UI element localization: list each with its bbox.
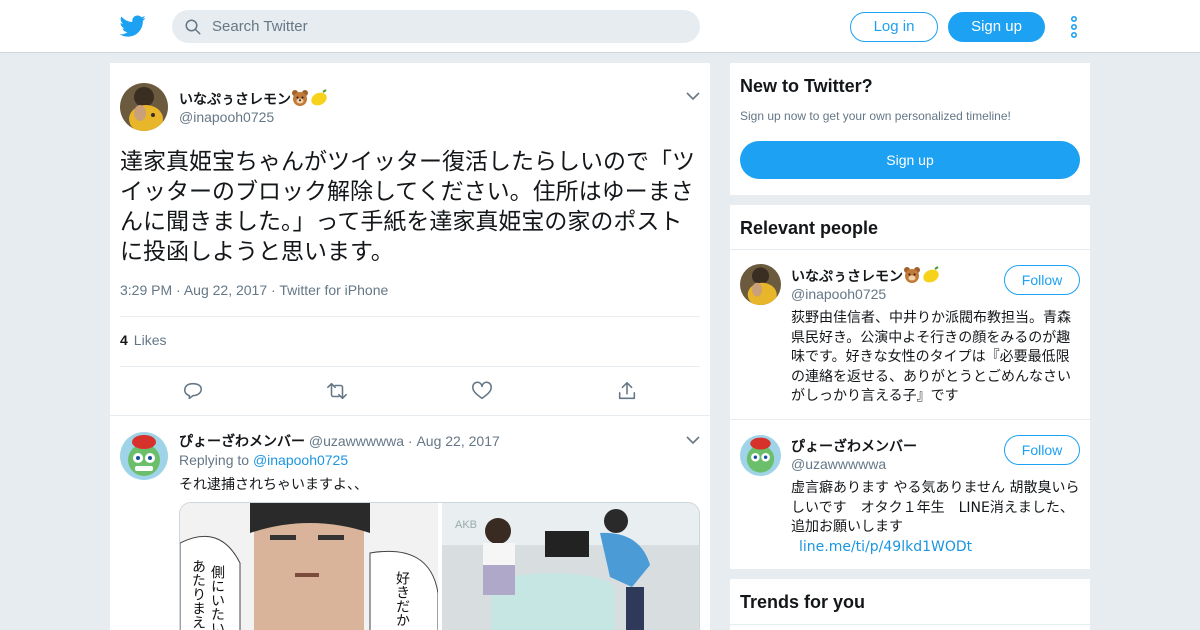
lemon-icon	[923, 266, 939, 283]
tweet-date[interactable]: Aug 22, 2017	[184, 282, 267, 298]
tweet-text: 達家真姫宝ちゃんがツイッター復活したらしいので「ツイッターのブロック解除してくだ…	[120, 149, 695, 265]
avatar[interactable]	[120, 432, 168, 480]
separator-dot: ·	[407, 433, 413, 449]
separator-dot: ·	[271, 282, 276, 298]
tweet-source: Twitter for iPhone	[279, 282, 389, 298]
reply-icon[interactable]	[182, 380, 204, 402]
tweet-time[interactable]: 3:29 PM	[120, 282, 172, 298]
trends-title: Trends for you	[740, 592, 866, 612]
follow-button[interactable]: Follow	[1004, 435, 1080, 465]
login-button[interactable]: Log in	[850, 12, 938, 42]
person-bio-link[interactable]: line.me/ti/p/49lkd1WODt	[799, 539, 972, 555]
likes-stat[interactable]: 4 Likes	[120, 332, 166, 348]
divider	[730, 624, 1090, 625]
divider	[730, 249, 1090, 250]
divider	[730, 419, 1090, 420]
author-name-text: いなぷぅさレモン	[179, 91, 291, 107]
author-name[interactable]: いなぷぅさレモン	[179, 89, 329, 109]
new-to-twitter-title: New to Twitter?	[740, 76, 873, 96]
reply-author-line: ぴょーざわメンバー @uzawwwwwa · Aug 22, 2017	[179, 431, 500, 451]
person-handle[interactable]: @inapooh0725	[791, 286, 886, 302]
tweet-meta: 3:29 PM · Aug 22, 2017 · Twitter for iPh…	[120, 282, 388, 298]
replying-handle-link[interactable]: @inapooh0725	[253, 452, 348, 468]
search-box[interactable]	[172, 10, 700, 43]
manga-text: 側にいたい	[209, 565, 225, 630]
avatar[interactable]	[120, 83, 168, 131]
manga-text: 好きだか	[394, 571, 410, 627]
avatar[interactable]	[740, 264, 781, 305]
replying-prefix: Replying to	[179, 452, 250, 468]
separator-dot: ·	[176, 282, 181, 298]
sidebar-signup-button[interactable]: Sign up	[740, 141, 1080, 179]
likes-count: 4	[120, 332, 128, 348]
new-to-twitter-subtitle: Sign up now to get your own personalized…	[740, 109, 1011, 123]
person-name[interactable]: いなぷぅさレモン	[791, 266, 941, 286]
person-name[interactable]: ぴょーざわメンバー	[791, 436, 917, 456]
reply-text: それ逮捕されちゃいますよ、、	[179, 477, 368, 493]
new-to-twitter-card: New to Twitter? Sign up now to get your …	[730, 63, 1090, 195]
relevant-people-title: Relevant people	[740, 218, 879, 238]
avatar[interactable]	[740, 435, 781, 476]
replying-to: Replying to @inapooh0725	[179, 452, 348, 468]
search-icon	[185, 19, 201, 35]
reply-author-name[interactable]: ぴょーざわメンバー	[179, 433, 305, 449]
divider	[110, 415, 710, 416]
chevron-down-icon[interactable]	[686, 91, 700, 101]
reply-author-handle[interactable]: @uzawwwwwa	[309, 433, 404, 449]
person-name-text: いなぷぅさレモン	[791, 268, 903, 284]
signup-button[interactable]: Sign up	[948, 12, 1045, 42]
trends-card: Trends for you	[730, 579, 1090, 630]
share-icon[interactable]	[616, 380, 638, 402]
retweet-icon[interactable]	[326, 380, 348, 402]
author-handle[interactable]: @inapooh0725	[179, 109, 274, 125]
divider	[120, 316, 700, 317]
twitter-bird-icon[interactable]	[120, 13, 146, 39]
reply-media[interactable]: 側にいたい あたりまえ 好きだか AKB	[179, 502, 700, 630]
bear-face-icon	[904, 267, 920, 283]
search-input[interactable]	[212, 10, 682, 43]
relevant-people-card: Relevant people いなぷぅさレモン @inapooh0725 Fo…	[730, 205, 1090, 569]
follow-button[interactable]: Follow	[1004, 265, 1080, 295]
divider	[120, 366, 700, 367]
person-bio-text: 虚言癖あります やる気ありません 胡散臭いらしいです オタク１年生 LINE消え…	[791, 480, 1080, 535]
reply-date[interactable]: Aug 22, 2017	[416, 433, 499, 449]
person-handle[interactable]: @uzawwwwwa	[791, 456, 886, 472]
chevron-down-icon[interactable]	[686, 435, 700, 445]
tweet-panel: いなぷぅさレモン @inapooh0725 達家真姫宝ちゃんがツイッター復活した…	[110, 63, 710, 630]
top-bar: Log in Sign up	[0, 0, 1200, 53]
like-heart-icon[interactable]	[471, 380, 493, 402]
person-bio: 虚言癖あります やる気ありません 胡散臭いらしいです オタク１年生 LINE消え…	[791, 479, 1081, 557]
likes-label: Likes	[133, 332, 167, 348]
lemon-icon	[311, 89, 327, 106]
more-options-icon[interactable]	[1070, 16, 1078, 38]
bear-face-icon	[292, 90, 308, 106]
person-bio: 荻野由佳信者、中井りか派閥布教担当。青森県民好き。公演中よそ行きの顔をみるのが趣…	[791, 310, 1071, 404]
manga-text: あたりまえ	[190, 559, 206, 629]
photo-sign: AKB	[455, 519, 477, 531]
